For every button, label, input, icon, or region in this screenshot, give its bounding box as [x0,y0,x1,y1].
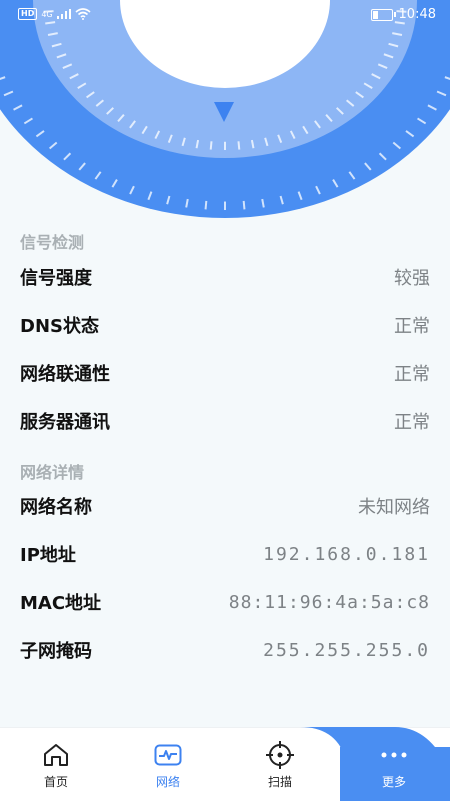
clock: 10:48 [398,7,436,22]
ip-row: IP地址 192.168.0.181 [20,539,430,569]
signal-row: 信号强度 较强 [20,262,430,292]
tab-home-label: 首页 [43,775,68,789]
signal-strength-label: 信号强度 [20,268,92,289]
tab-network[interactable]: 网络 [112,728,224,801]
network-section-title: 网络详情 [20,463,85,482]
ip-value: 192.168.0.181 [263,543,430,565]
tab-more[interactable]: 更多 [338,728,450,801]
gauge-tick [242,200,246,210]
mac-value: 88:11:96:4a:5a:c8 [228,591,430,613]
signal-bars-icon [56,9,71,19]
gauge-tick [204,200,208,210]
tab-scan[interactable]: 扫描 [224,728,336,801]
status-right: 10:48 [370,7,436,22]
bottom-tab-bar: 首页 网络 扫描 更多 [0,727,450,801]
subnet-value: 255.255.255.0 [263,639,430,661]
battery-icon [370,8,396,21]
subnet-label: 子网掩码 [20,641,92,662]
connectivity-label: 网络联通性 [20,364,110,385]
signal-gauge [0,0,450,218]
tab-more-label: 更多 [381,775,406,789]
tab-scan-label: 扫描 [267,775,292,789]
crosshair-icon [265,740,295,770]
home-icon [41,740,71,770]
dns-status-label: DNS状态 [20,316,99,337]
hd-badge: HD [18,8,38,20]
tab-network-label: 网络 [155,775,180,789]
subnet-row: 子网掩码 255.255.255.0 [20,635,430,665]
status-bar: HD 4G 10:48 [0,0,450,32]
network-name-value: 未知网络 [358,497,430,518]
mac-label: MAC地址 [20,593,102,614]
ip-label: IP地址 [20,545,76,566]
server-comm-value: 正常 [394,412,430,433]
pulse-icon [153,740,183,770]
server-comm-label: 服务器通讯 [20,412,110,433]
gauge-tick [209,141,213,150]
more-dots-icon [379,740,409,770]
connectivity-value: 正常 [394,364,430,385]
network-name-label: 网络名称 [20,497,92,518]
wifi-icon [75,8,91,20]
network-type: 4G [41,9,53,19]
gauge-tick [237,141,241,150]
status-left: HD 4G [18,8,91,20]
signal-strength-value: 较强 [394,268,430,289]
signal-section-title: 信号检测 [20,233,85,252]
tab-home[interactable]: 首页 [0,728,112,801]
connectivity-row: 网络联通性 正常 [20,358,430,388]
network-name-row: 网络名称 未知网络 [20,491,430,521]
server-row: 服务器通讯 正常 [20,406,430,436]
mac-row: MAC地址 88:11:96:4a:5a:c8 [20,587,430,617]
dns-row: DNS状态 正常 [20,310,430,340]
dns-status-value: 正常 [394,316,430,337]
